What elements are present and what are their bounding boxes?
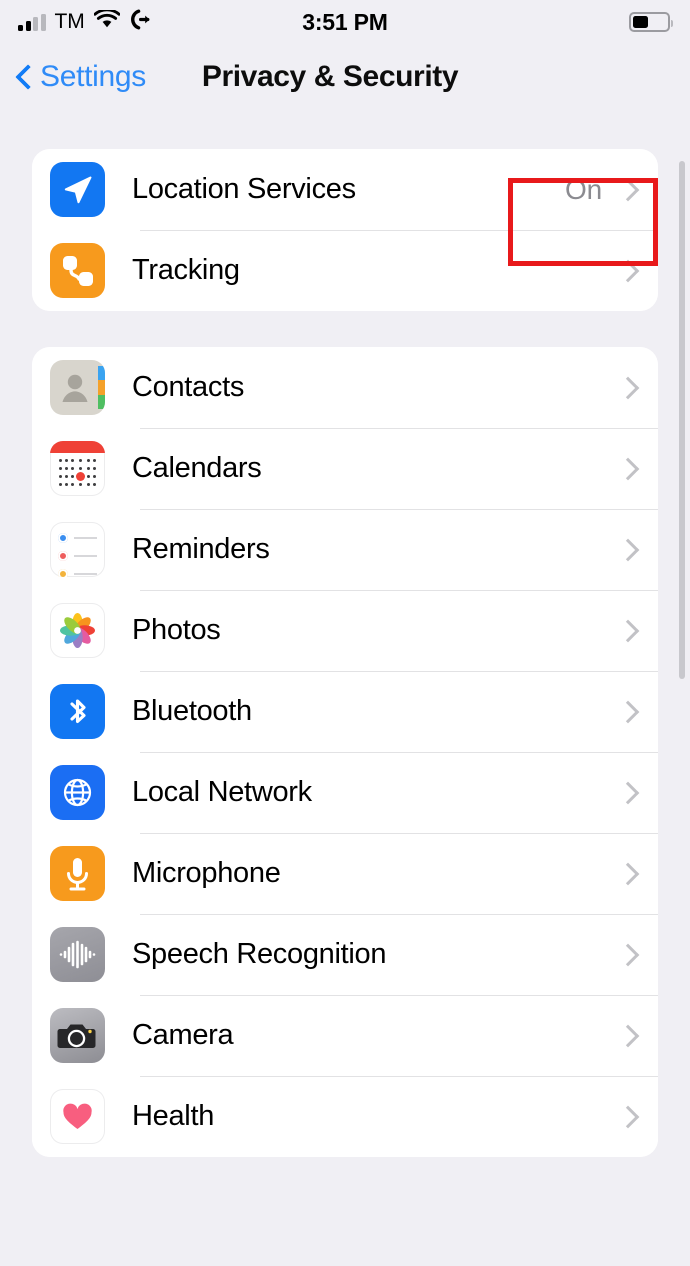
chevron-right-icon (616, 781, 640, 804)
row-health[interactable]: Health (32, 1076, 658, 1157)
chevron-right-icon (616, 259, 640, 282)
row-contacts[interactable]: Contacts (32, 347, 658, 428)
chevron-right-icon (616, 1105, 640, 1128)
row-bluetooth[interactable]: Bluetooth (32, 671, 658, 752)
row-reminders[interactable]: Reminders (32, 509, 658, 590)
row-microphone[interactable]: Microphone (32, 833, 658, 914)
chevron-right-icon (616, 538, 640, 561)
chevron-right-icon (616, 178, 640, 201)
chevron-right-icon (616, 1024, 640, 1047)
local-network-icon (50, 765, 105, 820)
contacts-tab-strip (98, 366, 105, 409)
settings-group-app-permissions: Contacts Calendars Reminders Photos Blue… (32, 347, 658, 1157)
row-label: Calendars (132, 452, 262, 484)
location-services-icon (50, 162, 105, 217)
chevron-right-icon (616, 862, 640, 885)
chevron-right-icon (616, 457, 640, 480)
navigation-bar: Settings Privacy & Security (0, 44, 690, 110)
row-label: Health (132, 1100, 215, 1132)
chevron-right-icon (616, 943, 640, 966)
battery-icon (629, 12, 673, 32)
contacts-icon (50, 360, 105, 415)
bluetooth-icon (50, 684, 105, 739)
chevron-right-icon (616, 700, 640, 723)
row-label: Location Services (132, 173, 356, 205)
row-label: Local Network (132, 776, 312, 808)
row-label: Speech Recognition (132, 938, 387, 970)
status-bar-clock: 3:51 PM (302, 9, 388, 35)
row-label: Reminders (132, 533, 270, 565)
row-label: Contacts (132, 371, 245, 403)
tracking-icon (50, 243, 105, 298)
row-label: Camera (132, 1019, 234, 1051)
row-tracking[interactable]: Tracking (32, 230, 658, 311)
page-title: Privacy & Security (201, 60, 459, 93)
chevron-right-icon (616, 376, 640, 399)
row-camera[interactable]: Camera (32, 995, 658, 1076)
reminders-icon (50, 522, 105, 577)
status-bar: TM 3:51 PM (0, 0, 690, 44)
row-label: Bluetooth (132, 695, 252, 727)
calendars-icon (50, 441, 105, 496)
speech-recognition-icon (50, 927, 105, 982)
camera-icon (50, 1008, 105, 1063)
row-location-services[interactable]: Location Services On (32, 149, 658, 230)
row-local-network[interactable]: Local Network (32, 752, 658, 833)
row-label: Tracking (132, 254, 240, 286)
row-photos[interactable]: Photos (32, 590, 658, 671)
location-services-value: On (565, 173, 602, 205)
settings-scroll-view[interactable]: Location Services On Tracking Contacts C… (0, 149, 690, 1266)
row-calendars[interactable]: Calendars (32, 428, 658, 509)
chevron-right-icon (616, 619, 640, 642)
health-icon (50, 1089, 105, 1144)
photos-icon (50, 603, 105, 658)
row-label: Microphone (132, 857, 281, 889)
status-bar-right (629, 0, 673, 44)
vertical-scrollbar[interactable] (679, 161, 685, 679)
microphone-icon (50, 846, 105, 901)
row-speech-recognition[interactable]: Speech Recognition (32, 914, 658, 995)
settings-group-location-tracking: Location Services On Tracking (32, 149, 658, 311)
row-label: Photos (132, 614, 221, 646)
